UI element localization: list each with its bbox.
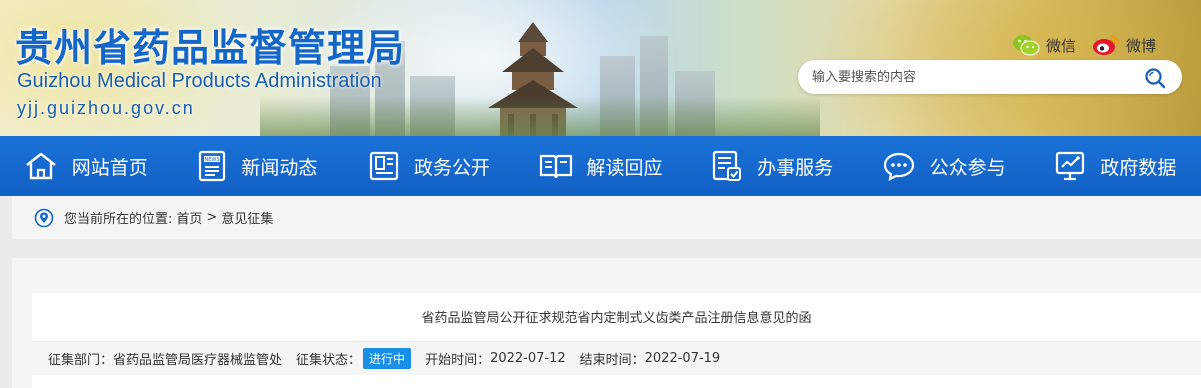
nav-label-home: 网站首页	[71, 156, 148, 179]
nav-item-news[interactable]: NEWS 新闻动态	[172, 136, 344, 196]
breadcrumb-home-link[interactable]: 首页	[176, 208, 202, 227]
breadcrumb-separator: >	[206, 210, 218, 225]
nav-item-services[interactable]: 办事服务	[686, 136, 858, 196]
svg-text:NEWS: NEWS	[205, 157, 220, 163]
header-banner: 贵州省药品监督管理局 Guizhou Medical Products Admi…	[0, 0, 1201, 136]
consultation-card: 省药品监管局公开征求规范省内定制式义齿类产品注册信息意见的函 征集部门： 省药品…	[32, 293, 1201, 388]
end-time-value: 2022-07-19	[644, 351, 721, 366]
breadcrumb-prefix: 您当前所在的位置:	[64, 212, 173, 227]
nav-item-gov-affairs[interactable]: 政务公开	[343, 136, 515, 196]
news-icon: NEWS	[199, 150, 226, 182]
document-icon	[369, 151, 399, 181]
chat-icon	[883, 152, 914, 181]
wechat-icon	[1013, 35, 1040, 56]
nav-item-gov-data[interactable]: 政府数据	[1029, 136, 1201, 196]
main-nav: 网站首页 NEWS 新闻动态 政务公开 解读回应 办事服务 公众参与 政府数据	[0, 136, 1201, 196]
nav-item-interpretation[interactable]: 解读回应	[515, 136, 687, 196]
content-panel: 省药品监管局公开征求规范省内定制式义齿类产品注册信息意见的函 征集部门： 省药品…	[12, 258, 1201, 388]
status-badge: 进行中	[363, 348, 412, 369]
location-pin-icon	[34, 208, 54, 227]
consultation-meta-bar: 征集部门： 省药品监管局医疗器械监管处 征集状态： 进行中 开始时间： 2022…	[32, 341, 1201, 375]
consultation-title[interactable]: 省药品监管局公开征求规范省内定制式义齿类产品注册信息意见的函	[32, 307, 1201, 326]
nav-label-interpretation: 解读回应	[586, 156, 663, 179]
site-url: yjj.guizhou.gov.cn	[17, 98, 195, 118]
nav-label-public-participation: 公众参与	[929, 156, 1006, 179]
nav-label-services: 办事服务	[757, 156, 834, 179]
book-icon	[539, 154, 572, 179]
search-input[interactable]	[812, 60, 1132, 94]
nav-item-home[interactable]: 网站首页	[0, 136, 172, 196]
nav-label-news: 新闻动态	[241, 156, 318, 179]
wechat-label: 微信	[1046, 36, 1077, 55]
wechat-link[interactable]: 微信	[1012, 34, 1076, 56]
dept-label: 征集部门：	[48, 353, 114, 368]
weibo-icon	[1093, 35, 1120, 55]
search-icon[interactable]	[1144, 67, 1166, 89]
site-logo-english: Guizhou Medical Products Administration	[17, 70, 382, 92]
service-form-icon	[712, 150, 742, 181]
nav-label-gov-affairs: 政务公开	[413, 156, 490, 179]
breadcrumb-current[interactable]: 意见征集	[221, 208, 273, 227]
status-label: 征集状态：	[296, 353, 362, 368]
start-time-value: 2022-07-12	[490, 351, 566, 366]
start-time-label: 开始时间：	[425, 353, 491, 368]
search-box	[798, 60, 1182, 94]
dept-value: 省药品监管局医疗器械监管处	[113, 353, 283, 368]
breadcrumb: 您当前所在的位置: 首页 > 意见征集	[12, 196, 1201, 239]
nav-label-gov-data: 政府数据	[1100, 156, 1177, 179]
data-chart-icon	[1056, 151, 1085, 181]
weibo-label: 微博	[1126, 36, 1157, 55]
home-icon	[26, 152, 56, 180]
banner-greenery	[260, 96, 820, 136]
site-logo-title[interactable]: 贵州省药品监督管理局	[15, 17, 405, 72]
end-time-label: 结束时间：	[579, 353, 645, 368]
weibo-link[interactable]: 微博	[1092, 34, 1156, 56]
nav-item-public-participation[interactable]: 公众参与	[858, 136, 1030, 196]
